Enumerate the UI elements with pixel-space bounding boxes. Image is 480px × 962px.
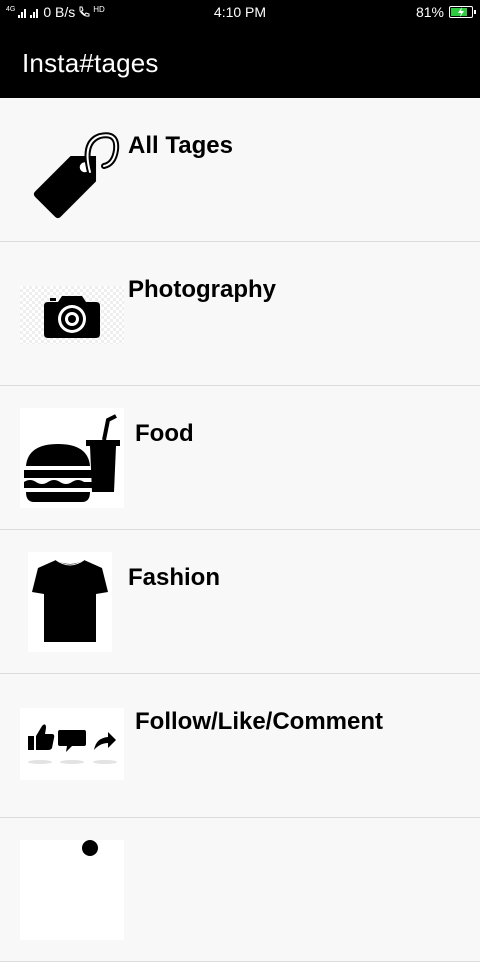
clock: 4:10 PM (213, 4, 267, 20)
category-list: All Tages Photography Food Fashion Follo… (0, 98, 480, 962)
status-bar: 4G 0 B/s HD 4:10 PM 81% (0, 0, 480, 24)
app-bar: Insta#tages (0, 24, 480, 98)
social-actions-icon (20, 708, 124, 780)
list-item-all-tages[interactable]: All Tages (0, 98, 480, 242)
tshirt-icon (28, 552, 112, 652)
list-item-person[interactable] (0, 818, 480, 962)
list-item-label: All Tages (128, 132, 233, 159)
battery-percent: 81% (415, 4, 444, 20)
battery-icon (449, 6, 476, 18)
charging-bolt-icon (458, 7, 464, 17)
app-title: Insta#tages (22, 48, 159, 78)
list-item-label: Follow/Like/Comment (135, 708, 384, 735)
burger-drink-icon (20, 408, 124, 508)
list-item-label: Photography (128, 276, 276, 303)
list-item-food[interactable]: Food (0, 386, 480, 530)
person-icon (20, 840, 124, 940)
list-item-label: Food (135, 420, 194, 447)
status-right: 81% (415, 4, 476, 20)
list-item-photography[interactable]: Photography (0, 242, 480, 386)
list-item-fashion[interactable]: Fashion (0, 530, 480, 674)
camera-icon (20, 286, 124, 344)
list-item-follow-like-comment[interactable]: Follow/Like/Comment (0, 674, 480, 818)
tag-icon (20, 120, 124, 220)
list-item-label: Fashion (128, 564, 221, 591)
